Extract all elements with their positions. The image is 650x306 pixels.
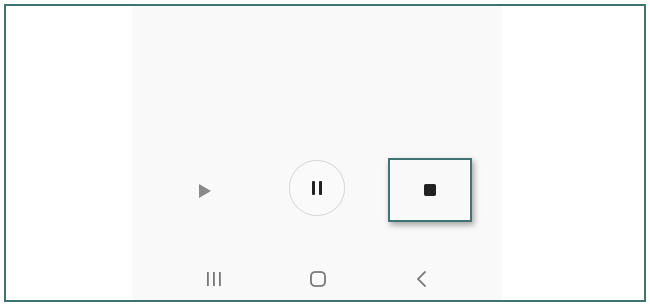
recents-icon (207, 272, 221, 286)
stop-button-highlight (388, 158, 472, 222)
stop-button[interactable] (390, 160, 470, 220)
media-controls (132, 6, 502, 300)
pause-icon (312, 181, 322, 195)
stop-icon (424, 184, 436, 196)
recents-button[interactable] (194, 264, 234, 294)
phone-screen (132, 6, 502, 300)
back-icon (417, 271, 426, 287)
play-icon (199, 184, 211, 198)
screenshot-frame (4, 4, 646, 302)
play-button[interactable] (188, 174, 222, 208)
home-button[interactable] (298, 264, 338, 294)
home-icon (310, 271, 326, 287)
navigation-bar (132, 258, 502, 300)
back-button[interactable] (402, 264, 442, 294)
pause-button[interactable] (289, 160, 345, 216)
